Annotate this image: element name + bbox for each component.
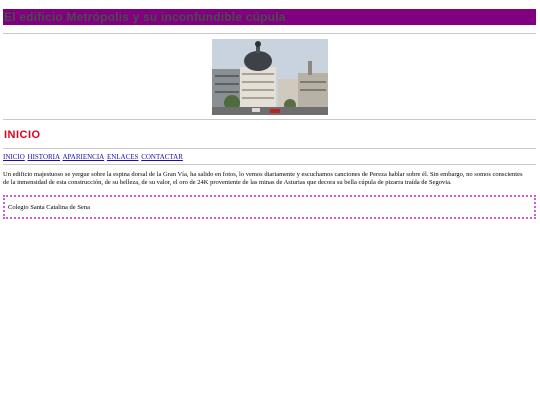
main-nav: INICIO HISTORIA APARIENCIA ENLACES CONTA… <box>3 153 184 162</box>
footer: Colegio Santa Catalina de Sena <box>3 195 536 219</box>
building-photo-icon <box>212 39 328 115</box>
nav-link-contactar[interactable]: CONTACTAR <box>141 153 183 161</box>
section-title: INICIO <box>4 129 41 141</box>
divider <box>3 119 536 120</box>
page: El edificio Metrópolis y su inconfundibl… <box>0 0 540 405</box>
intro-paragraph: Un edificio majestuoso se yergue sobre l… <box>3 171 523 186</box>
nav-link-inicio[interactable]: INICIO <box>3 153 25 161</box>
divider <box>3 33 536 34</box>
nav-link-historia[interactable]: HISTORIA <box>28 153 61 161</box>
divider <box>3 148 536 149</box>
page-title: El edificio Metrópolis y su inconfundibl… <box>4 10 286 24</box>
footer-text: Colegio Santa Catalina de Sena <box>8 204 90 211</box>
nav-link-apariencia[interactable]: APARIENCIA <box>62 153 104 161</box>
nav-link-enlaces[interactable]: ENLACES <box>107 153 139 161</box>
building-photo <box>212 39 328 115</box>
divider <box>3 164 536 165</box>
